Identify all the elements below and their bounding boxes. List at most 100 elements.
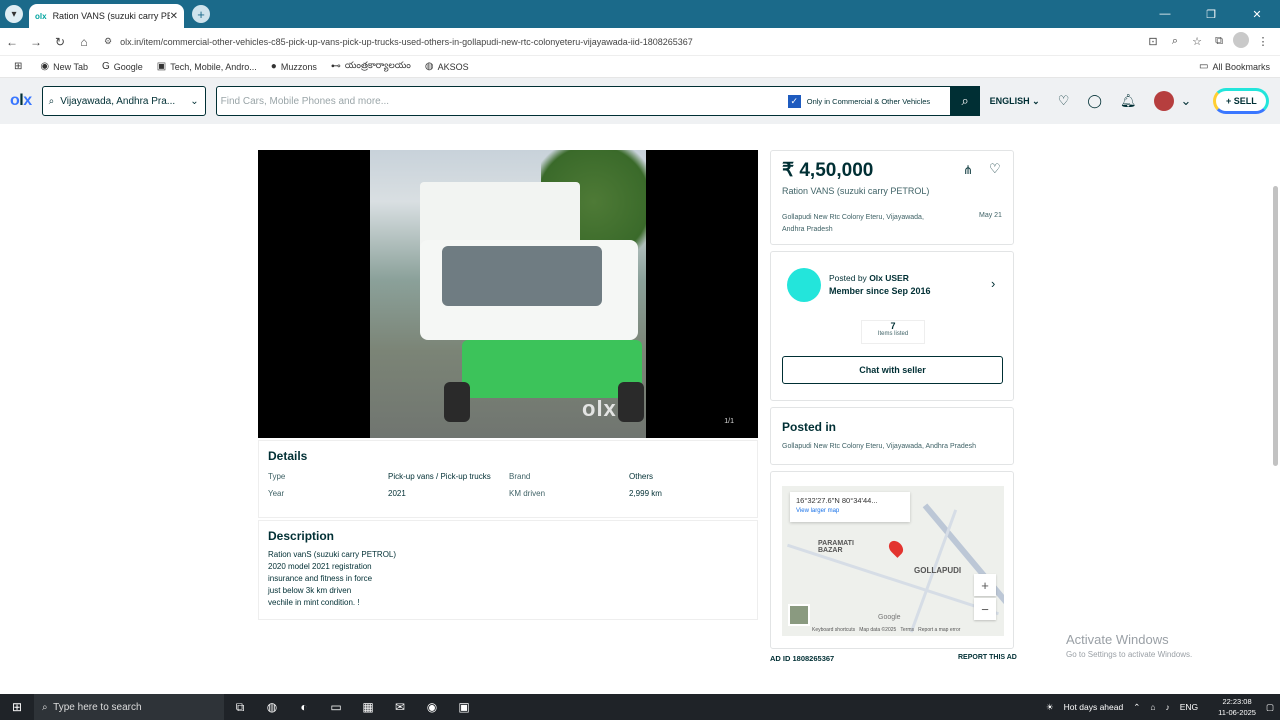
photo-windshield [442, 246, 602, 306]
detail-key: Type [268, 472, 286, 481]
minimize-icon[interactable]: — [1142, 8, 1188, 20]
notification-icon[interactable]: ▢ [1266, 702, 1274, 713]
share-icon[interactable]: ⋔ [963, 163, 973, 177]
detail-key: Brand [509, 472, 531, 481]
description-section: Description Ration vanS (suzuki carry PE… [258, 520, 758, 620]
olx-favicon-icon: olx [35, 11, 47, 21]
zoom-in-button[interactable]: + [974, 574, 996, 596]
edge-icon[interactable]: ◐ [288, 700, 320, 714]
location-selector[interactable]: ⌕ Vijayawada, Andhra Pra... ⌄ [41, 86, 206, 116]
vehicle-photo[interactable]: olx [370, 150, 646, 438]
language-indicator[interactable]: ENG [1180, 702, 1198, 712]
weather-icon[interactable]: ☀ [1046, 702, 1054, 713]
zoom-icon[interactable]: ⌕ [1164, 35, 1186, 48]
maximize-icon[interactable]: ❐ [1188, 8, 1234, 21]
windows-start-icon[interactable]: ⊞ [0, 700, 34, 714]
back-icon[interactable]: ← [0, 35, 24, 49]
app-icon[interactable]: ▣ [448, 700, 480, 714]
chat-icon[interactable]: ◯ [1087, 93, 1102, 109]
install-app-icon[interactable]: ⊡ [1142, 35, 1164, 48]
google-logo: Google [878, 614, 901, 621]
chat-with-seller-button[interactable]: Chat with seller [782, 356, 1003, 384]
checkmark-icon: ✓ [787, 94, 801, 108]
detail-key: Year [268, 489, 285, 498]
heart-icon[interactable]: ♡ [1058, 93, 1070, 109]
ad-id: AD ID 1808265367 [770, 654, 835, 663]
price-card: ₹ 4,50,000 ⋔ ♡ Ration VANS (suzuki carry… [770, 150, 1014, 245]
description-line: Ration vanS (suzuki carry PETROL) [268, 550, 397, 559]
description-line: just below 3k km driven [268, 586, 352, 595]
seller-name: Olx USER [869, 273, 909, 283]
listing-title: Ration VANS (suzuki carry PETROL) [782, 186, 930, 196]
file-explorer-icon[interactable]: ▭ [320, 700, 352, 714]
map-satellite-toggle[interactable] [788, 604, 810, 626]
detail-key: KM driven [509, 489, 546, 498]
url-field[interactable]: ⚙ olx.in/item/commercial-other-vehicles-… [104, 36, 1142, 47]
image-gallery[interactable]: olx 1/1 [258, 150, 758, 438]
weather-text[interactable]: Hot days ahead [1064, 702, 1124, 712]
bookmark-telugu[interactable]: ⊷ యంత్రకార్యాలయం [331, 60, 411, 73]
seller-posted-by[interactable]: Posted by Olx USER [829, 273, 909, 283]
address-bar: ← → ↻ ⌂ ⚙ olx.in/item/commercial-other-v… [0, 28, 1280, 56]
activate-windows-subtitle: Go to Settings to activate Windows. [1066, 650, 1193, 659]
bookmark-muzzons[interactable]: ● Muzzons [271, 61, 317, 72]
plus-icon: + [1225, 96, 1232, 106]
site-info-icon[interactable]: ⚙ [104, 36, 112, 47]
search-icon: ⌕ [42, 701, 48, 713]
sell-button[interactable]: + SELL [1213, 88, 1270, 114]
new-tab-button[interactable]: + [192, 5, 210, 23]
chevron-down-icon[interactable]: ⌄ [1180, 93, 1191, 109]
volume-icon[interactable]: ♪ [1165, 702, 1169, 712]
profile-avatar[interactable] [1230, 32, 1252, 51]
network-icon[interactable]: ⌂ [1150, 702, 1155, 712]
apps-grid-icon[interactable]: ⊞ [14, 61, 26, 72]
bookmark-google[interactable]: G Google [102, 61, 143, 72]
all-bookmarks[interactable]: ▭ All Bookmarks [1199, 61, 1270, 72]
bookmark-star-icon[interactable]: ☆ [1186, 35, 1208, 48]
taskbar-search[interactable]: ⌕ Type here to search [34, 694, 224, 720]
home-icon[interactable]: ⌂ [72, 35, 96, 49]
heart-icon[interactable]: ♡ [989, 161, 1001, 177]
report-ad-link[interactable]: REPORT THIS AD [958, 654, 1017, 661]
tab-search-icon[interactable]: ▾ [5, 5, 23, 23]
view-larger-map-link[interactable]: View larger map [796, 508, 904, 514]
zoom-out-button[interactable]: − [974, 598, 996, 620]
bookmark-tech[interactable]: ▣ Tech, Mobile, Andro... [157, 61, 257, 72]
outlook-icon[interactable]: ✉ [384, 700, 416, 714]
tab-title: Ration VANS (suzuki carry PETROL ... [52, 11, 170, 21]
bell-icon[interactable]: 🔔︎ [1120, 93, 1137, 109]
tab-close-icon[interactable]: ✕ [170, 11, 178, 22]
posted-in-card: Posted in Gollapudi New Rtc Colony Eteru… [770, 407, 1014, 465]
chevron-right-icon[interactable]: › [991, 276, 995, 291]
chevron-up-icon[interactable]: ⌃ [1133, 702, 1140, 713]
image-counter: 1/1 [724, 418, 734, 425]
description-heading: Description [268, 529, 335, 543]
extensions-icon[interactable]: ⧉ [1208, 35, 1230, 48]
browser-menu-icon[interactable]: ⋮ [1252, 35, 1274, 48]
close-window-icon[interactable]: ✕ [1234, 8, 1280, 21]
forward-icon[interactable]: → [24, 35, 48, 49]
chrome-icon[interactable]: ◉ [416, 700, 448, 714]
olx-header: olx ⌕ Vijayawada, Andhra Pra... ⌄ Find C… [0, 78, 1280, 124]
search-button[interactable]: ⌕ [950, 86, 981, 116]
user-avatar[interactable] [1154, 91, 1175, 111]
browser-tab[interactable]: olx Ration VANS (suzuki carry PETROL ...… [29, 4, 184, 28]
clock[interactable]: 22:23:08 11-06-2025 [1208, 696, 1256, 718]
description-line: vechile in mint condition. ! [268, 598, 360, 607]
language-selector[interactable]: ENGLISH ⌄ [990, 96, 1040, 107]
reload-icon[interactable]: ↻ [48, 35, 72, 49]
bookmark-aksos[interactable]: ◍ AKSOS [425, 61, 469, 72]
olx-logo[interactable]: olx [10, 92, 32, 110]
bookmark-new-tab[interactable]: ◉ New Tab [40, 61, 88, 72]
clock-time: 22:23:08 [1222, 697, 1252, 706]
location-map[interactable]: 16°32'27.6"N 80°34'44... View larger map… [782, 486, 1004, 636]
map-coords: 16°32'27.6"N 80°34'44... [796, 496, 878, 505]
store-icon[interactable]: ▦ [352, 700, 384, 714]
page-scrollbar[interactable] [1273, 186, 1278, 466]
task-view-icon[interactable]: ⧉ [224, 700, 256, 715]
category-filter-checkbox[interactable]: ✓ Only in Commercial & Other Vehicles [787, 94, 930, 108]
seller-avatar[interactable] [787, 268, 821, 302]
search-input[interactable]: Find Cars, Mobile Phones and more... [217, 96, 788, 107]
app-icon[interactable]: ◍ [256, 700, 288, 714]
description-line: 2020 model 2021 registration [268, 562, 372, 571]
